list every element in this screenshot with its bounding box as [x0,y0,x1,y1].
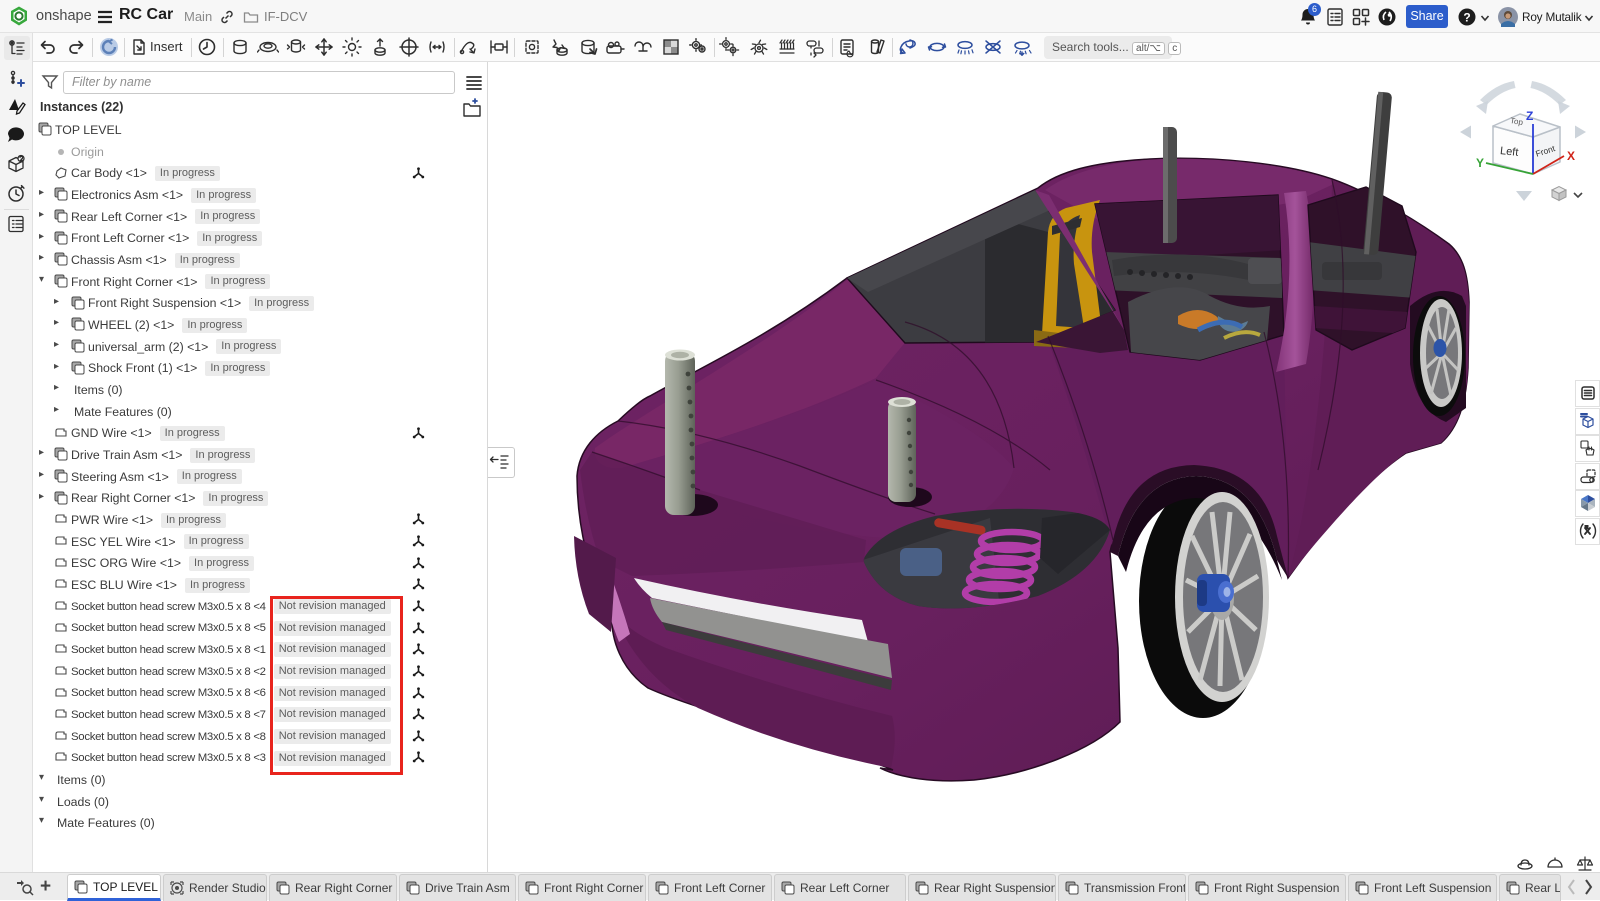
svg-text:Left: Left [1499,145,1519,159]
svg-text:Z: Z [1526,109,1533,123]
svg-text:?: ? [1463,11,1470,25]
svg-text:X: X [1567,149,1575,163]
svg-text:Y: Y [1476,156,1484,170]
